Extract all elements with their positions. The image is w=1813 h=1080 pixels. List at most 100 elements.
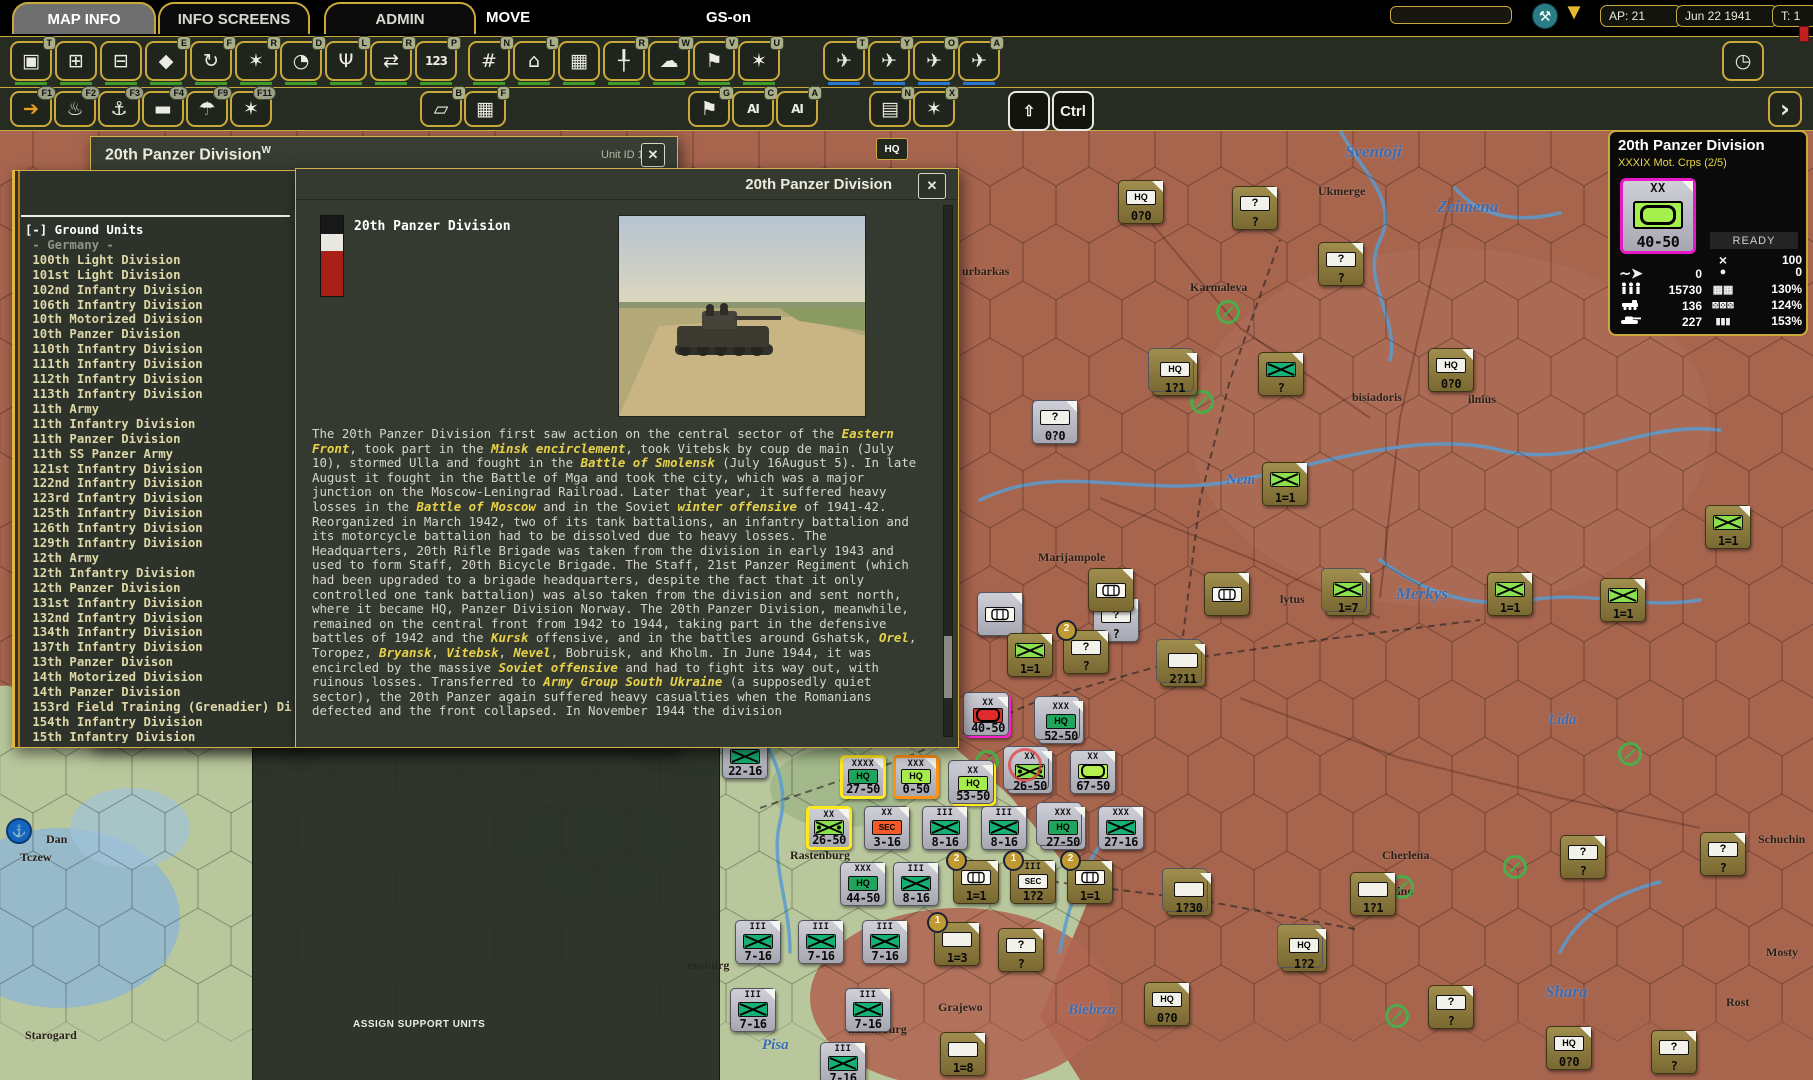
map-counter-1?1[interactable]: 1?1: [1350, 872, 1396, 916]
radio-contact-view-button[interactable]: ΨL: [325, 41, 367, 81]
battle-planner-button[interactable]: ▱B: [420, 91, 462, 127]
map-counter-1=7[interactable]: 1=7: [1325, 572, 1371, 616]
map-counter-7-16[interactable]: III7-16: [730, 988, 776, 1032]
tools-icon[interactable]: ⚒: [1532, 3, 1558, 29]
show-values-button[interactable]: 123P: [415, 41, 457, 81]
map-counter-0?0[interactable]: HQ0?0: [1428, 348, 1474, 392]
map-counter-?[interactable]: ??: [1232, 186, 1278, 230]
unit-list-item[interactable]: 111th Infantry Division: [25, 357, 294, 372]
unit-list-item[interactable]: 11th Infantry Division: [25, 417, 294, 432]
unit-list-item[interactable]: 14th Motorized Division: [25, 670, 294, 685]
air-superiority-button[interactable]: ✈Y: [868, 41, 910, 81]
toggle-unit-counters-button[interactable]: ▣T: [10, 41, 52, 81]
airdrop-mode-button[interactable]: ☂F9: [186, 91, 228, 127]
map-counter-1=3[interactable]: 1=31: [934, 922, 980, 966]
weather-view-button[interactable]: ☁W: [648, 41, 690, 81]
map-counter-?[interactable]: ??2: [1063, 630, 1109, 674]
map-counter-?[interactable]: ?: [1258, 352, 1304, 396]
search-input[interactable]: [1390, 6, 1512, 24]
compass-button[interactable]: ◷: [1722, 41, 1764, 81]
map-counter-?[interactable]: ??: [1318, 242, 1364, 286]
victory-locations-view-button[interactable]: ⚑V: [693, 41, 735, 81]
air-interdiction-button[interactable]: ✈O: [913, 41, 955, 81]
map-counter-?[interactable]: ??: [1700, 832, 1746, 876]
unit-list-item[interactable]: 100th Light Division: [25, 253, 294, 268]
map-counter-1?30[interactable]: 1?30: [1166, 872, 1212, 916]
unit-list-item[interactable]: 153rd Field Training (Grenadier) Di: [25, 700, 294, 715]
close-button[interactable]: ✕: [641, 143, 665, 167]
unit-list-item[interactable]: 12th Army: [25, 551, 294, 566]
unit-list-item[interactable]: 137th Infantry Division: [25, 640, 294, 655]
hex-info-toggle-button[interactable]: ◆E: [145, 41, 187, 81]
delay-markers-view-button[interactable]: ◔D: [280, 41, 322, 81]
unit-list[interactable]: [-] Ground Units - Germany - 100th Light…: [25, 223, 294, 743]
tab-move[interactable]: MOVE: [486, 9, 530, 26]
unit-list-header[interactable]: [-] Ground Units: [25, 223, 294, 238]
map-counter-?[interactable]: ??: [1428, 985, 1474, 1029]
map-counter-0?0[interactable]: HQ0?0: [1144, 982, 1190, 1026]
tab-gs-on[interactable]: GS-on: [706, 9, 751, 26]
unit-list-item[interactable]: 134th Infantry Division: [25, 625, 294, 640]
map-counter-0-50[interactable]: XXXHQ0-50: [893, 755, 939, 799]
map-counter-1=1[interactable]: 1=1: [1487, 572, 1533, 616]
next-button[interactable]: ›: [1768, 91, 1802, 127]
unit-list-item[interactable]: 101st Light Division: [25, 268, 294, 283]
rail-damage-view-button[interactable]: ✶R: [235, 41, 277, 81]
unit-list-item[interactable]: 102nd Infantry Division: [25, 283, 294, 298]
map-counter-1=1[interactable]: 1=1: [1600, 578, 1646, 622]
scrollbar[interactable]: [943, 205, 953, 737]
map-counter-?[interactable]: ??: [1560, 835, 1606, 879]
factory-screen-button[interactable]: ▦F: [464, 91, 506, 127]
map-counter-1?1[interactable]: HQ1?1: [1152, 352, 1198, 396]
unit-list-item[interactable]: 14th Panzer Division: [25, 685, 294, 700]
unit-list-item[interactable]: 106th Infantry Division: [25, 298, 294, 313]
cycle-filter-button[interactable]: ↻F: [190, 41, 232, 81]
unit-list-item[interactable]: 10th Motorized Division: [25, 312, 294, 327]
encyclopedia-titlebar[interactable]: 20th Panzer Division ✕: [296, 169, 958, 200]
map-counter-?[interactable]: ??: [1651, 1030, 1697, 1074]
move-mode-button[interactable]: ➔F1: [10, 91, 52, 127]
map-counter-1=8[interactable]: 1=8: [940, 1032, 986, 1076]
map-counter-0?0[interactable]: HQ0?0: [1546, 1026, 1592, 1070]
unit-list-item[interactable]: 126th Infantry Division: [25, 521, 294, 536]
shift-key[interactable]: ⇧: [1008, 91, 1050, 131]
map-counter[interactable]: [977, 592, 1023, 636]
map-counter-8-16[interactable]: III8-16: [922, 806, 968, 850]
objectives-screen-button[interactable]: ⚑G: [688, 91, 730, 127]
road-view-button[interactable]: ╀R: [603, 41, 645, 81]
map-counter-27-16[interactable]: XXX27-16: [1098, 806, 1144, 850]
scrollbar-thumb[interactable]: [944, 636, 952, 698]
unit-list-item[interactable]: 12th Infantry Division: [25, 566, 294, 581]
unit-list-item[interactable]: 110th Infantry Division: [25, 342, 294, 357]
ctrl-key[interactable]: Ctrl: [1052, 91, 1094, 131]
map-counter-2?11[interactable]: 2?11: [1160, 643, 1206, 687]
unit-list-item[interactable]: 112th Infantry Division: [25, 372, 294, 387]
unit-list-item[interactable]: 129th Infantry Division: [25, 536, 294, 551]
map-counter-1?2[interactable]: HQ1?2: [1281, 928, 1327, 972]
unit-list-item[interactable]: 11th Army: [25, 402, 294, 417]
unit-list-item[interactable]: 131st Infantry Division: [25, 596, 294, 611]
map-counter-1=1[interactable]: 1=1: [1007, 633, 1053, 677]
ai-control-button[interactable]: AIC: [732, 91, 774, 127]
map-counter-52-50[interactable]: XXXHQ52-50: [1038, 700, 1084, 744]
map-counter-8-16[interactable]: III8-16: [981, 806, 1027, 850]
map-counter-7-16[interactable]: III7-16: [735, 920, 781, 964]
map-counter[interactable]: [1088, 568, 1134, 612]
map-counter-1=1[interactable]: 1=12: [953, 860, 999, 904]
selected-unit-counter[interactable]: XX 40-50: [1620, 178, 1696, 254]
map-counter-67-50[interactable]: XX67-50: [1070, 750, 1116, 794]
ai-auto-button[interactable]: AIA: [776, 91, 818, 127]
unit-list-item[interactable]: 154th Infantry Division: [25, 715, 294, 730]
assign-support-units-label[interactable]: ASSIGN SUPPORT UNITS: [353, 1019, 485, 1030]
unit-list-item[interactable]: 11th SS Panzer Army: [25, 447, 294, 462]
map-counter-27-50[interactable]: XXXHQ27-50: [1040, 806, 1086, 850]
add-overlay-button[interactable]: ⊞: [55, 41, 97, 81]
hq-chip[interactable]: HQ: [876, 138, 908, 160]
map-counter-0?0[interactable]: ?0?0: [1032, 400, 1078, 444]
map-counter-1?2[interactable]: IIISEC1?21: [1010, 860, 1056, 904]
air-recon-button[interactable]: ✈T: [823, 41, 865, 81]
tab-admin[interactable]: ADMIN: [324, 2, 476, 34]
map-counter-8-16[interactable]: III8-16: [893, 862, 939, 906]
unit-list-item[interactable]: 122nd Infantry Division: [25, 476, 294, 491]
map-counter-26-50[interactable]: XX26-50: [806, 806, 852, 850]
